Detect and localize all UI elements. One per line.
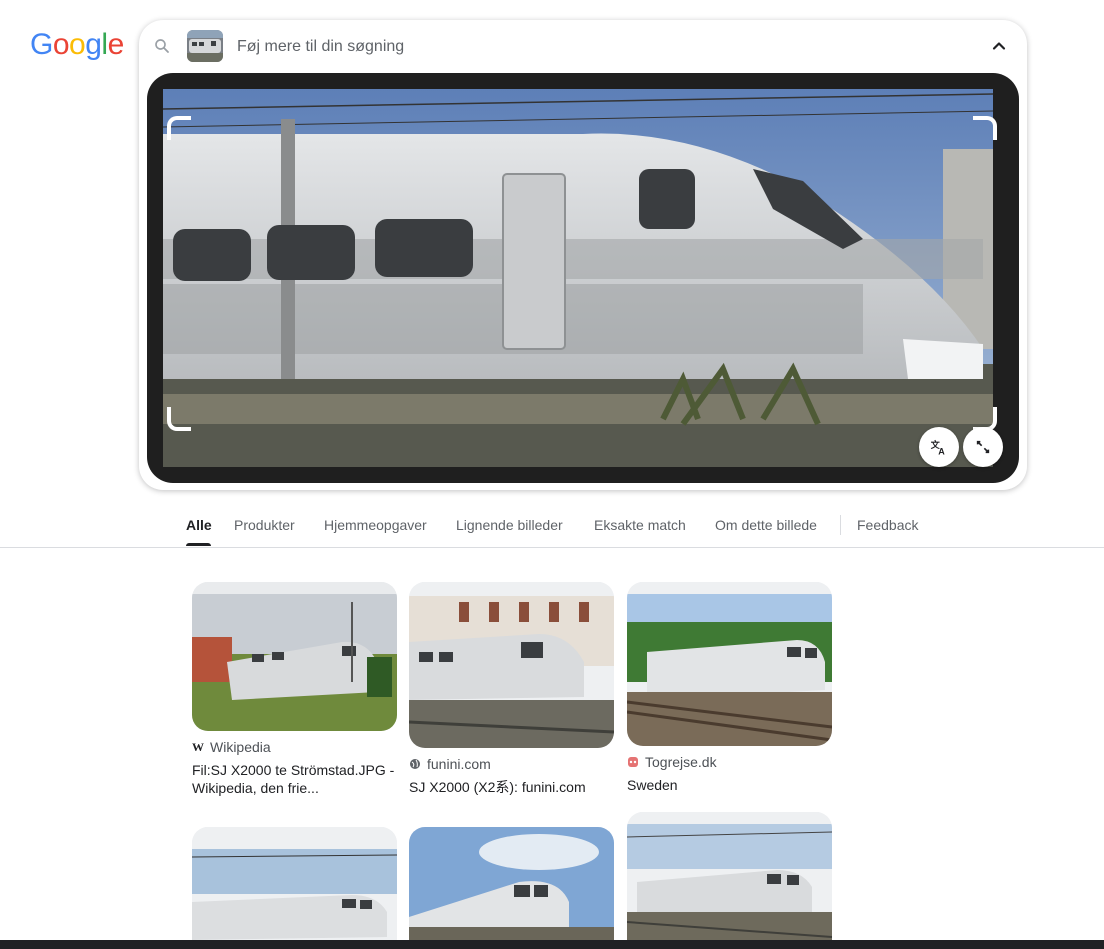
result-card[interactable]: W Wikipedia Fil:SJ X2000 te Strömstad.JP…: [192, 582, 397, 797]
result-image[interactable]: [409, 582, 614, 748]
result-image[interactable]: [192, 827, 397, 940]
logo-letter: o: [52, 28, 70, 61]
result-source: funini.com: [409, 754, 614, 774]
tab-lignende-billeder[interactable]: Lignende billeder: [456, 517, 563, 533]
result-source: W Wikipedia: [192, 739, 271, 755]
search-bar: [139, 20, 1027, 72]
result-card[interactable]: funini.com SJ X2000 (X2系): funini.com: [409, 582, 614, 796]
result-image[interactable]: [192, 582, 397, 731]
svg-text:A: A: [938, 447, 945, 457]
logo-letter: g: [85, 28, 102, 61]
query-image[interactable]: [163, 89, 993, 467]
result-card[interactable]: [627, 812, 832, 940]
feedback-link[interactable]: Feedback: [857, 517, 918, 533]
google-logo[interactable]: Google: [30, 28, 124, 62]
lens-viewer: 文 A: [147, 73, 1019, 483]
translate-icon: 文 A: [930, 439, 945, 457]
tab-alle[interactable]: Alle: [186, 517, 212, 533]
chevron-up-icon[interactable]: [989, 36, 1009, 56]
result-title[interactable]: Sweden: [627, 776, 832, 794]
tab-om-dette-billede[interactable]: Om dette billede: [715, 517, 817, 533]
tab-bar: Alle Produkter Hjemmeopgaver Lignende bi…: [0, 505, 1104, 548]
logo-letter: G: [30, 28, 53, 61]
result-image[interactable]: [409, 827, 614, 940]
togrejse-icon: [628, 757, 638, 767]
taskbar: [0, 940, 1104, 949]
result-title[interactable]: Fil:SJ X2000 te Strömstad.JPG - Wikipedi…: [192, 761, 397, 797]
result-card[interactable]: [192, 827, 397, 940]
logo-letter: e: [107, 28, 125, 61]
expand-icon: [976, 440, 990, 454]
search-icon: [155, 39, 169, 53]
logo-letter: o: [69, 28, 86, 61]
result-image[interactable]: [627, 812, 832, 940]
globe-icon: [410, 759, 420, 769]
search-card: 文 A: [139, 20, 1027, 490]
crop-handle-top-right[interactable]: [973, 116, 997, 140]
tab-hjemmeopgaver[interactable]: Hjemmeopgaver: [324, 517, 427, 533]
expand-button[interactable]: [963, 427, 1003, 467]
crop-handle-top-left[interactable]: [167, 116, 191, 140]
crop-handle-bottom-left[interactable]: [167, 407, 191, 431]
search-input[interactable]: [235, 32, 939, 62]
translate-button[interactable]: 文 A: [919, 427, 959, 467]
result-image[interactable]: [627, 582, 832, 746]
query-image-thumbnail[interactable]: [187, 30, 223, 62]
result-card[interactable]: Togrejse.dk Sweden: [627, 582, 832, 794]
result-title[interactable]: SJ X2000 (X2系): funini.com: [409, 778, 614, 796]
result-source: Togrejse.dk: [627, 752, 832, 772]
tab-eksakte-match[interactable]: Eksakte match: [594, 517, 686, 533]
active-tab-indicator: [186, 543, 211, 546]
wikipedia-icon: W: [192, 739, 204, 754]
tab-produkter[interactable]: Produkter: [234, 517, 295, 533]
tab-divider: [840, 515, 841, 535]
result-card[interactable]: [409, 827, 614, 940]
